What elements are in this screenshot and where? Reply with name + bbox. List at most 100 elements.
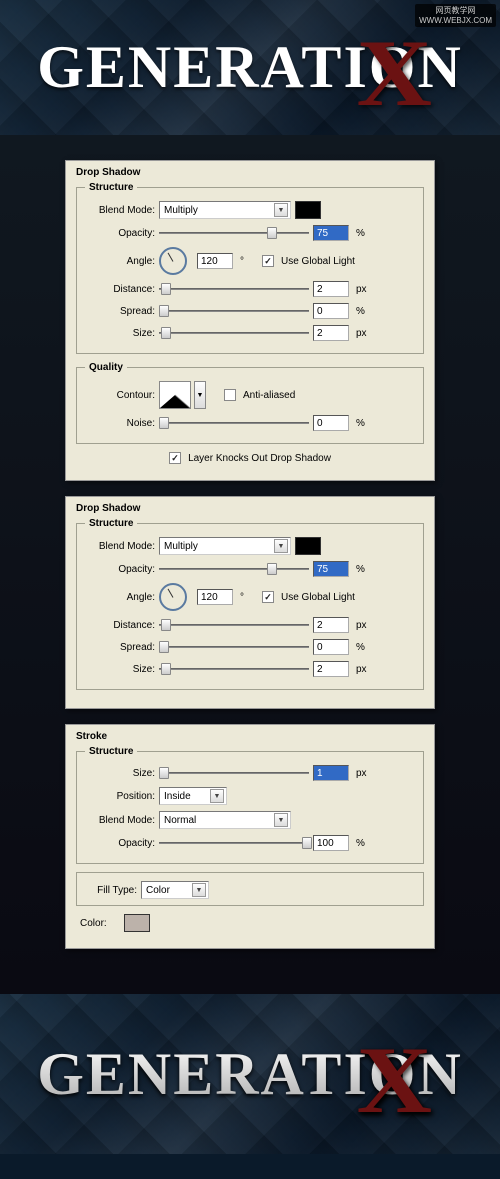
opacity-slider[interactable] <box>159 226 309 240</box>
chevron-down-icon: ▼ <box>192 883 206 897</box>
anti-aliased-label: Anti-aliased <box>243 390 295 401</box>
panel1-quality: Quality Contour: ▼ Anti-aliased Noise: 0… <box>76 362 424 444</box>
size-slider[interactable] <box>159 662 309 676</box>
opacity-label: Opacity: <box>85 564 155 575</box>
global-light-checkbox[interactable] <box>262 255 274 267</box>
anti-aliased-checkbox[interactable] <box>224 389 236 401</box>
size-label: Size: <box>85 768 155 779</box>
color-label: Color: <box>80 918 120 929</box>
distance-input[interactable]: 2 <box>313 617 349 633</box>
blend-mode-value: Normal <box>164 815 274 826</box>
global-light-checkbox[interactable] <box>262 591 274 603</box>
opacity-unit: % <box>356 564 374 575</box>
noise-unit: % <box>356 418 374 429</box>
spread-label: Spread: <box>85 306 155 317</box>
size-input[interactable]: 2 <box>313 661 349 677</box>
panel-drop-shadow-1: Drop Shadow Structure Blend Mode: Multip… <box>65 160 435 481</box>
noise-label: Noise: <box>85 418 155 429</box>
position-dropdown[interactable]: Inside ▼ <box>159 787 227 805</box>
size-unit: px <box>356 328 374 339</box>
blend-mode-dropdown[interactable]: Multiply ▼ <box>159 201 291 219</box>
shadow-color-swatch[interactable] <box>295 201 321 219</box>
global-light-label: Use Global Light <box>281 256 355 267</box>
distance-label: Distance: <box>85 620 155 631</box>
distance-slider[interactable] <box>159 618 309 632</box>
panel1-structure-legend: Structure <box>85 182 137 193</box>
size-input[interactable]: 2 <box>313 325 349 341</box>
spread-slider[interactable] <box>159 640 309 654</box>
panel3-structure: Structure Size: 1 px Position: Inside ▼ … <box>76 746 424 864</box>
chevron-down-icon: ▼ <box>210 789 224 803</box>
angle-unit: ° <box>240 256 258 267</box>
blend-mode-dropdown[interactable]: Normal ▼ <box>159 811 291 829</box>
contour-label: Contour: <box>85 390 155 401</box>
angle-input[interactable]: 120 <box>197 253 233 269</box>
fill-type-label: Fill Type: <box>85 885 137 896</box>
chevron-down-icon: ▼ <box>274 539 288 553</box>
position-value: Inside <box>164 791 210 802</box>
angle-unit: ° <box>240 592 258 603</box>
blend-mode-value: Multiply <box>164 205 274 216</box>
distance-unit: px <box>356 620 374 631</box>
knockout-checkbox[interactable] <box>169 452 181 464</box>
contour-dropdown-icon[interactable]: ▼ <box>194 381 206 409</box>
blend-mode-dropdown[interactable]: Multiply ▼ <box>159 537 291 555</box>
panel2-structure-legend: Structure <box>85 518 137 529</box>
opacity-input[interactable]: 100 <box>313 835 349 851</box>
distance-input[interactable]: 2 <box>313 281 349 297</box>
distance-unit: px <box>356 284 374 295</box>
opacity-slider[interactable] <box>159 836 309 850</box>
panel2-structure: Structure Blend Mode: Multiply ▼ Opacity… <box>76 518 424 690</box>
contour-swatch[interactable] <box>159 381 191 409</box>
panel2-title: Drop Shadow <box>76 503 424 514</box>
noise-input[interactable]: 0 <box>313 415 349 431</box>
spread-label: Spread: <box>85 642 155 653</box>
opacity-unit: % <box>356 228 374 239</box>
panels-container: Drop Shadow Structure Blend Mode: Multip… <box>0 135 500 994</box>
distance-slider[interactable] <box>159 282 309 296</box>
noise-slider[interactable] <box>159 416 309 430</box>
size-unit: px <box>356 768 374 779</box>
size-slider[interactable] <box>159 766 309 780</box>
distance-label: Distance: <box>85 284 155 295</box>
footer-text: GENERATION X <box>37 1040 463 1109</box>
fill-type-value: Color <box>146 885 192 896</box>
blend-mode-label: Blend Mode: <box>85 205 155 216</box>
size-unit: px <box>356 664 374 675</box>
angle-dial[interactable] <box>159 247 187 275</box>
spread-unit: % <box>356 306 374 317</box>
chevron-down-icon: ▼ <box>274 813 288 827</box>
blend-mode-label: Blend Mode: <box>85 815 155 826</box>
spread-unit: % <box>356 642 374 653</box>
footer-preview: GENERATION X <box>0 994 500 1154</box>
angle-dial[interactable] <box>159 583 187 611</box>
panel1-structure: Structure Blend Mode: Multiply ▼ Opacity… <box>76 182 424 354</box>
opacity-input[interactable]: 75 <box>313 225 349 241</box>
opacity-label: Opacity: <box>85 228 155 239</box>
opacity-input[interactable]: 75 <box>313 561 349 577</box>
position-label: Position: <box>85 791 155 802</box>
header-text: GENERATION X <box>37 33 463 102</box>
panel-stroke: Stroke Structure Size: 1 px Position: In… <box>65 724 435 949</box>
panel1-quality-legend: Quality <box>85 362 127 373</box>
spread-slider[interactable] <box>159 304 309 318</box>
fill-type-dropdown[interactable]: Color ▼ <box>141 881 209 899</box>
knockout-label: Layer Knocks Out Drop Shadow <box>188 453 331 464</box>
spread-input[interactable]: 0 <box>313 303 349 319</box>
panel3-fill: Fill Type: Color ▼ <box>76 872 424 906</box>
blend-mode-value: Multiply <box>164 541 274 552</box>
opacity-slider[interactable] <box>159 562 309 576</box>
angle-label: Angle: <box>85 592 155 603</box>
panel-drop-shadow-2: Drop Shadow Structure Blend Mode: Multip… <box>65 496 435 709</box>
shadow-color-swatch[interactable] <box>295 537 321 555</box>
spread-input[interactable]: 0 <box>313 639 349 655</box>
size-slider[interactable] <box>159 326 309 340</box>
stroke-color-swatch[interactable] <box>124 914 150 932</box>
header-x-mark: X <box>357 18 435 128</box>
size-input[interactable]: 1 <box>313 765 349 781</box>
opacity-label: Opacity: <box>85 838 155 849</box>
footer-x-mark: X <box>357 1025 435 1135</box>
angle-input[interactable]: 120 <box>197 589 233 605</box>
watermark-line1: 网页教学网 <box>419 6 492 16</box>
global-light-label: Use Global Light <box>281 592 355 603</box>
